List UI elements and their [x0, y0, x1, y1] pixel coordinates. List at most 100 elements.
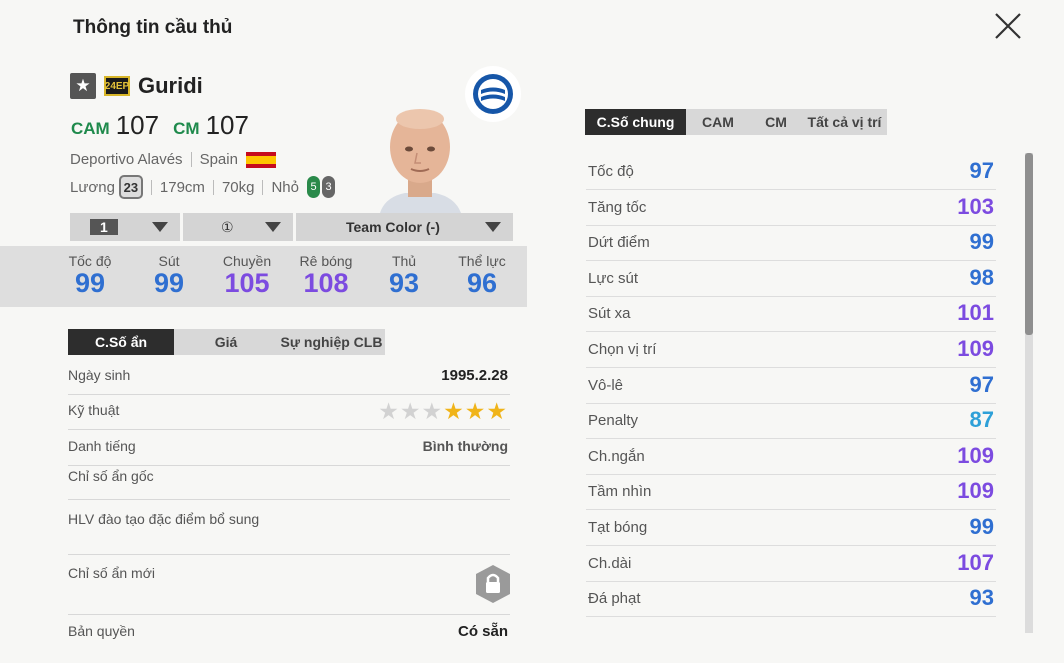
- tab-price[interactable]: Giá: [174, 329, 278, 355]
- main-stat-label: Rê bóng: [299, 253, 353, 269]
- club-nation-row: Deportivo Alavés Spain: [70, 151, 276, 168]
- main-stat-label: Chuyền: [222, 253, 272, 269]
- tab-club-career[interactable]: Sự nghiệp CLB: [278, 329, 385, 355]
- birth-value: 1995.2.28: [441, 367, 508, 384]
- lock-icon[interactable]: [474, 564, 512, 604]
- chevron-down-icon: [485, 222, 501, 232]
- player-name: Guridi: [138, 73, 203, 98]
- divider: [262, 179, 264, 195]
- attribute-row: Đá phạt 93: [586, 582, 996, 618]
- page-title: Thông tin cầu thủ: [73, 17, 233, 38]
- main-stat: Thủ 93: [364, 253, 444, 297]
- attribute-name: Tạt bóng: [588, 519, 648, 536]
- tab-cm[interactable]: CM: [750, 109, 802, 135]
- level-dropdown[interactable]: 1: [70, 213, 180, 241]
- new-hidden-label: Chỉ số ẩn mới: [68, 565, 155, 581]
- team-color-dropdown[interactable]: Team Color (-): [296, 213, 513, 241]
- divider: [190, 152, 192, 167]
- main-stat-value: 108: [303, 268, 349, 298]
- attribute-row: Tăng tốc 103: [586, 191, 996, 226]
- star-icon: ★: [421, 398, 444, 424]
- copyright-row: Bản quyền Có sẵn: [68, 623, 510, 649]
- player-header: ★ 24EP Guridi: [70, 73, 203, 99]
- main-stat-label: Thủ: [391, 253, 417, 269]
- main-stat-value: 105: [224, 268, 270, 298]
- club-name: Deportivo Alavés: [70, 151, 183, 168]
- attribute-value: 99: [969, 514, 994, 539]
- attribute-name: Sút xa: [588, 305, 631, 323]
- club-logo: [465, 66, 521, 122]
- attribute-value: 97: [969, 158, 994, 183]
- club-crest-icon: [473, 74, 513, 114]
- scrollbar-thumb[interactable]: [1025, 153, 1033, 335]
- main-stat: Sút 99: [129, 253, 209, 297]
- spain-flag-icon: [245, 151, 276, 168]
- copyright-value: Có sẵn: [457, 623, 508, 640]
- attribute-row: Ch.ngắn 109: [586, 440, 996, 475]
- weight: 70kg: [221, 178, 255, 196]
- body-type: Nhỏ: [271, 178, 299, 196]
- star-icon: ★: [378, 398, 400, 424]
- team-color-value: Team Color (-): [346, 219, 440, 235]
- attribute-value: 98: [969, 264, 994, 290]
- coach-label: HLV đào tạo đặc điểm bổ sung: [68, 511, 260, 527]
- skill-stars: ★★★★★★: [378, 398, 508, 425]
- attribute-name: Chọn vị trí: [588, 341, 657, 358]
- attribute-name: Đá phạt: [588, 590, 641, 608]
- salary-label: Lương: [70, 178, 115, 196]
- star-icon: ★: [464, 398, 487, 424]
- attribute-row: Tầm nhìn 109: [586, 475, 996, 511]
- main-stat-value: 99: [153, 268, 185, 298]
- original-hidden-row: Chỉ số ẩn gốc: [68, 468, 510, 500]
- attribute-name: Dứt điểm: [588, 234, 650, 252]
- attribute-name: Penalty: [588, 412, 639, 430]
- main-stat-label: Thể lực: [458, 253, 506, 269]
- main-stats-band: Tốc độ 99 Sút 99 Chuyền 105 Rê bóng 108 …: [0, 246, 527, 307]
- main-stat-label: Sút: [158, 253, 180, 269]
- height: 179cm: [159, 178, 205, 196]
- attribute-value: 87: [969, 407, 994, 433]
- attribute-value: 109: [957, 442, 994, 468]
- left-foot-icon: 5: [307, 176, 320, 198]
- attribute-value: 101: [957, 300, 994, 326]
- attribute-row: Tốc độ 97: [586, 155, 996, 190]
- attribute-row: Penalty 87: [586, 404, 996, 440]
- tab-general-stats[interactable]: C.Số chung: [585, 109, 686, 135]
- main-stat-value: 99: [74, 268, 106, 298]
- main-stat: Rê bóng 108: [286, 253, 366, 297]
- reputation-label: Danh tiếng: [68, 438, 136, 454]
- main-stat-label: Tốc độ: [68, 253, 112, 269]
- selector-row: 1 ① Team Color (-): [70, 213, 513, 241]
- attribute-row: Ch.dài 107: [586, 547, 996, 582]
- chevron-down-icon: [152, 222, 168, 232]
- salary-badge: 23: [118, 175, 143, 199]
- right-foot-icon: 3: [322, 176, 335, 198]
- attribute-row: Tạt bóng 99: [586, 511, 996, 546]
- tab-hidden-stats[interactable]: C.Số ẩn: [68, 329, 174, 355]
- tab-cam[interactable]: CAM: [686, 109, 750, 135]
- star-icon: ★: [399, 398, 422, 424]
- attribute-name: Tầm nhìn: [588, 483, 652, 501]
- main-stat: Chuyền 105: [207, 253, 287, 297]
- main-stat: Tốc độ 99: [50, 253, 130, 297]
- level-value: 1: [90, 219, 118, 235]
- upgrade-value: ①: [221, 218, 234, 235]
- main-stat: Thể lực 96: [442, 253, 522, 297]
- position-label: CAM: [71, 119, 110, 138]
- position-ovr: 107: [205, 110, 249, 140]
- position-ratings: CAM 107 CM 107: [71, 110, 257, 141]
- birth-row: Ngày sinh 1995.2.28: [68, 367, 510, 395]
- favorite-star-icon[interactable]: ★: [70, 73, 96, 99]
- player-info-row: Lương 23 179cm 70kg Nhỏ 5 3: [70, 175, 335, 199]
- upgrade-dropdown[interactable]: ①: [183, 213, 293, 241]
- tab-all-positions[interactable]: Tất cả vị trí: [802, 109, 887, 135]
- new-hidden-row: Chỉ số ẩn mới: [68, 565, 510, 615]
- divider: [212, 179, 214, 195]
- close-icon[interactable]: [992, 10, 1024, 42]
- main-stat-value: 96: [466, 268, 498, 298]
- star-icon: ★: [486, 398, 508, 424]
- foot-badges: 5 3: [307, 176, 335, 198]
- position-ovr: 107: [115, 110, 160, 140]
- main-stat-value: 93: [388, 268, 420, 298]
- position-label: CM: [173, 119, 200, 138]
